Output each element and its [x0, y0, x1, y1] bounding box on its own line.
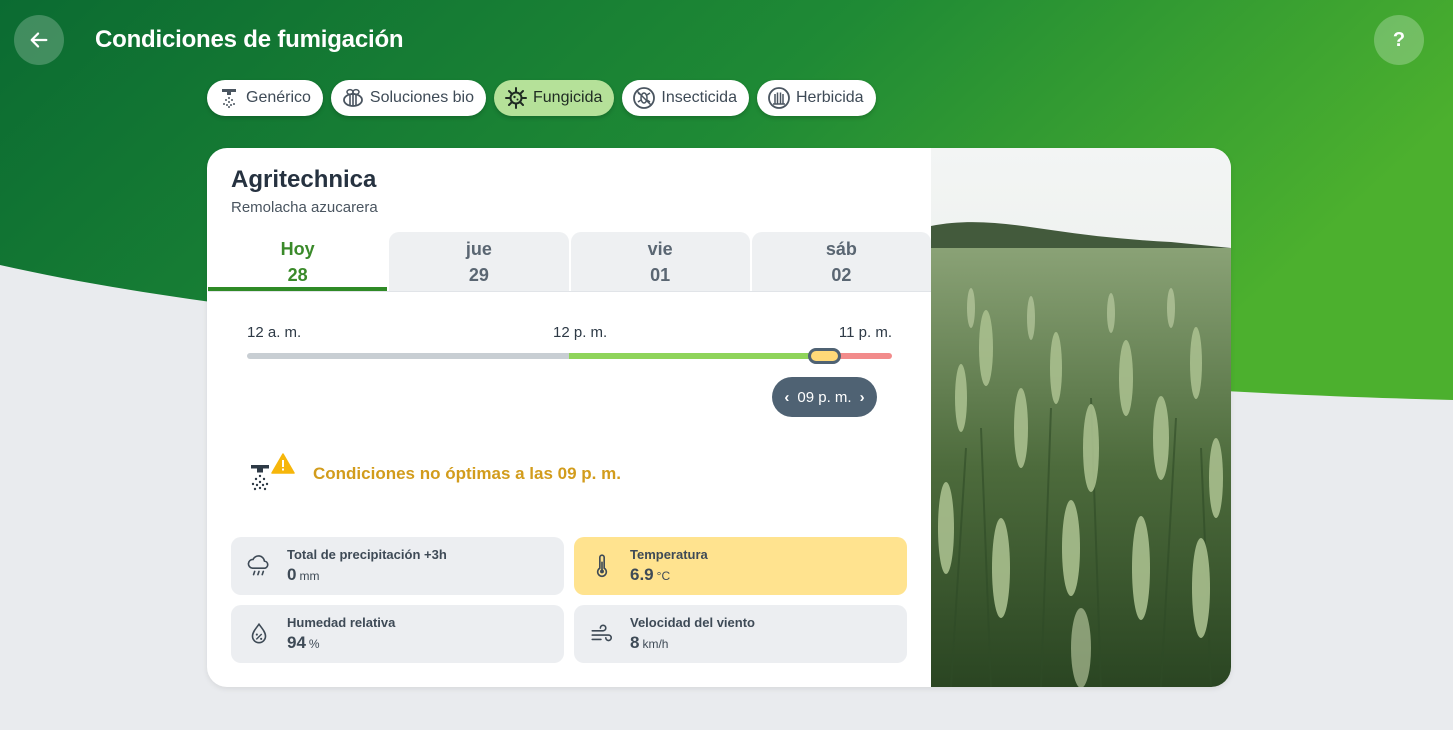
chip-label: Genérico [246, 89, 311, 106]
tab-day-number: 28 [287, 264, 308, 285]
metric-label: Temperatura [630, 547, 708, 562]
metric-value: 0 [287, 565, 297, 584]
sprayer-icon [222, 89, 236, 108]
timeline-start-label: 12 a. m. [247, 324, 302, 341]
metric-temperature: Temperatura 6.9 °C [574, 537, 907, 595]
tab-day-vie[interactable]: vie 01 [570, 232, 750, 291]
chip-label: Fungicida [533, 89, 603, 106]
chevron-right-icon[interactable]: › [860, 389, 865, 406]
humidity-drop-icon [251, 622, 267, 644]
arrow-left-icon [30, 32, 48, 48]
metric-value: 6.9 [630, 565, 654, 584]
chip-soluciones-bio[interactable]: Soluciones bio [330, 80, 486, 116]
wheat-field-photo [931, 148, 1231, 687]
tab-day-name: vie [647, 238, 673, 259]
chip-label: Herbicida [795, 89, 864, 106]
chip-generico[interactable]: Genérico [207, 80, 323, 116]
tab-day-number: 02 [831, 264, 852, 285]
metric-label: Humedad relativa [287, 615, 396, 630]
timeline-end-label: 11 p. m. [838, 324, 892, 341]
crop-name: Remolacha azucarera [231, 199, 378, 216]
metric-wind: Velocidad del viento 8 km/h [574, 605, 907, 663]
rain-cloud-icon [247, 555, 269, 576]
conditions-warning: Condiciones no óptimas a las 09 p. m. [247, 453, 621, 495]
spraying-conditions-card: Agritechnica Remolacha azucarera Hoy 28 … [207, 148, 1231, 687]
timeline-optimal-segment [569, 353, 839, 359]
chip-herbicida[interactable]: Herbicida [756, 80, 876, 116]
metric-label: Total de precipitación +3h [287, 547, 447, 562]
location-title: Agritechnica [231, 166, 377, 193]
help-button[interactable]: ? [1374, 15, 1424, 65]
timeline-not-optimal-segment [839, 353, 892, 359]
timeline-mid-label: 12 p. m. [553, 324, 608, 341]
bee-icon [343, 88, 363, 107]
metric-precipitation: Total de precipitación +3h 0 mm [231, 537, 564, 595]
grass-icon [768, 87, 790, 109]
metric-label: Velocidad del viento [630, 615, 755, 630]
metric-unit: km/h [642, 637, 669, 651]
tab-day-number: 29 [468, 264, 489, 285]
tab-day-number: 01 [650, 264, 671, 285]
metric-value: 8 [630, 633, 640, 652]
selected-time-label: 09 p. m. [797, 388, 852, 406]
thermometer-icon [596, 554, 608, 578]
day-tabs: Hoy 28 jue 29 vie 01 sáb 02 [208, 232, 931, 292]
metric-value: 94 [287, 633, 306, 652]
metric-unit: °C [656, 569, 671, 583]
chip-fungicida[interactable]: Fungicida [494, 80, 615, 116]
wind-icon [591, 624, 612, 642]
timeline-labels: 12 a. m. 12 p. m. 11 p. m. [247, 324, 892, 344]
virus-icon [505, 87, 527, 109]
back-button[interactable] [14, 15, 64, 65]
sprayer-warning-icon [251, 453, 295, 491]
tab-day-hoy[interactable]: Hoy 28 [208, 232, 388, 291]
chip-insecticida[interactable]: Insecticida [622, 80, 749, 116]
tab-day-sab[interactable]: sáb 02 [751, 232, 931, 291]
timeline-past-segment [247, 353, 569, 359]
metric-unit: mm [299, 569, 320, 583]
tab-day-name: jue [465, 238, 492, 259]
page-title: Condiciones de fumigación [95, 26, 404, 53]
metric-humidity: Humedad relativa 94% [231, 605, 564, 663]
warning-text: Condiciones no óptimas a las 09 p. m. [313, 464, 621, 483]
metric-unit: % [308, 637, 320, 651]
selected-time-pill: ‹ 09 p. m. › [772, 377, 877, 417]
timeline-handle[interactable] [808, 348, 841, 364]
chip-label: Soluciones bio [369, 89, 474, 106]
tab-day-name: Hoy [280, 238, 315, 259]
no-insect-icon [633, 87, 656, 109]
chip-label: Insecticida [661, 89, 737, 106]
tab-day-jue[interactable]: jue 29 [389, 232, 569, 291]
tab-day-name: sáb [825, 238, 857, 259]
chevron-left-icon[interactable]: ‹ [784, 389, 789, 406]
treatment-type-chips: Genérico Soluciones bio Fungicida Insect… [207, 80, 876, 116]
timeline-track[interactable] [247, 353, 892, 359]
